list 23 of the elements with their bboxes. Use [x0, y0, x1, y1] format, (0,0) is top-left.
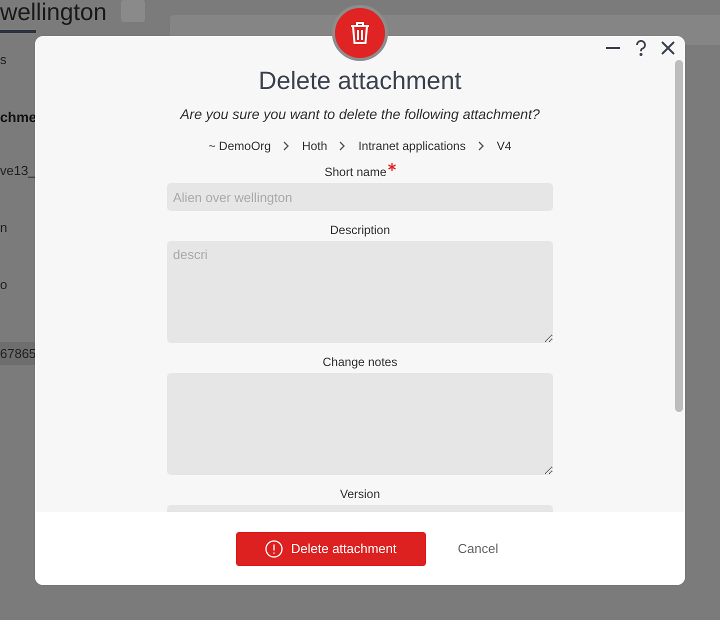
cancel-button[interactable]: Cancel: [452, 540, 504, 557]
field-label: Description: [330, 223, 390, 237]
alert-icon: [265, 540, 283, 558]
section-heading: chme: [0, 109, 34, 125]
page-title: wellington: [0, 0, 107, 26]
delete-button[interactable]: Delete attachment: [236, 532, 426, 566]
breadcrumb-item[interactable]: Intranet applications: [358, 139, 466, 153]
dialog-message: Are you sure you want to delete the following attachment?: [180, 106, 540, 122]
breadcrumb-item[interactable]: V4: [496, 139, 512, 153]
help-icon[interactable]: [635, 40, 647, 56]
tab[interactable]: s: [0, 52, 6, 66]
field-label: Change notes: [322, 355, 398, 369]
breadcrumb-item[interactable]: ~ DemoOrg: [208, 139, 271, 153]
field-label: Version: [340, 487, 380, 501]
chevron-icon: [282, 141, 290, 151]
dialog-title: Delete attachment: [258, 67, 462, 96]
text-area[interactable]: [167, 373, 553, 475]
chevron-icon: [339, 141, 346, 151]
field-label: Short name: [324, 165, 387, 179]
breadcrumb-item[interactable]: Hoth: [302, 139, 328, 153]
scrollbar[interactable]: [675, 60, 683, 412]
chevron-icon: [478, 141, 485, 151]
close-icon[interactable]: [661, 41, 675, 55]
